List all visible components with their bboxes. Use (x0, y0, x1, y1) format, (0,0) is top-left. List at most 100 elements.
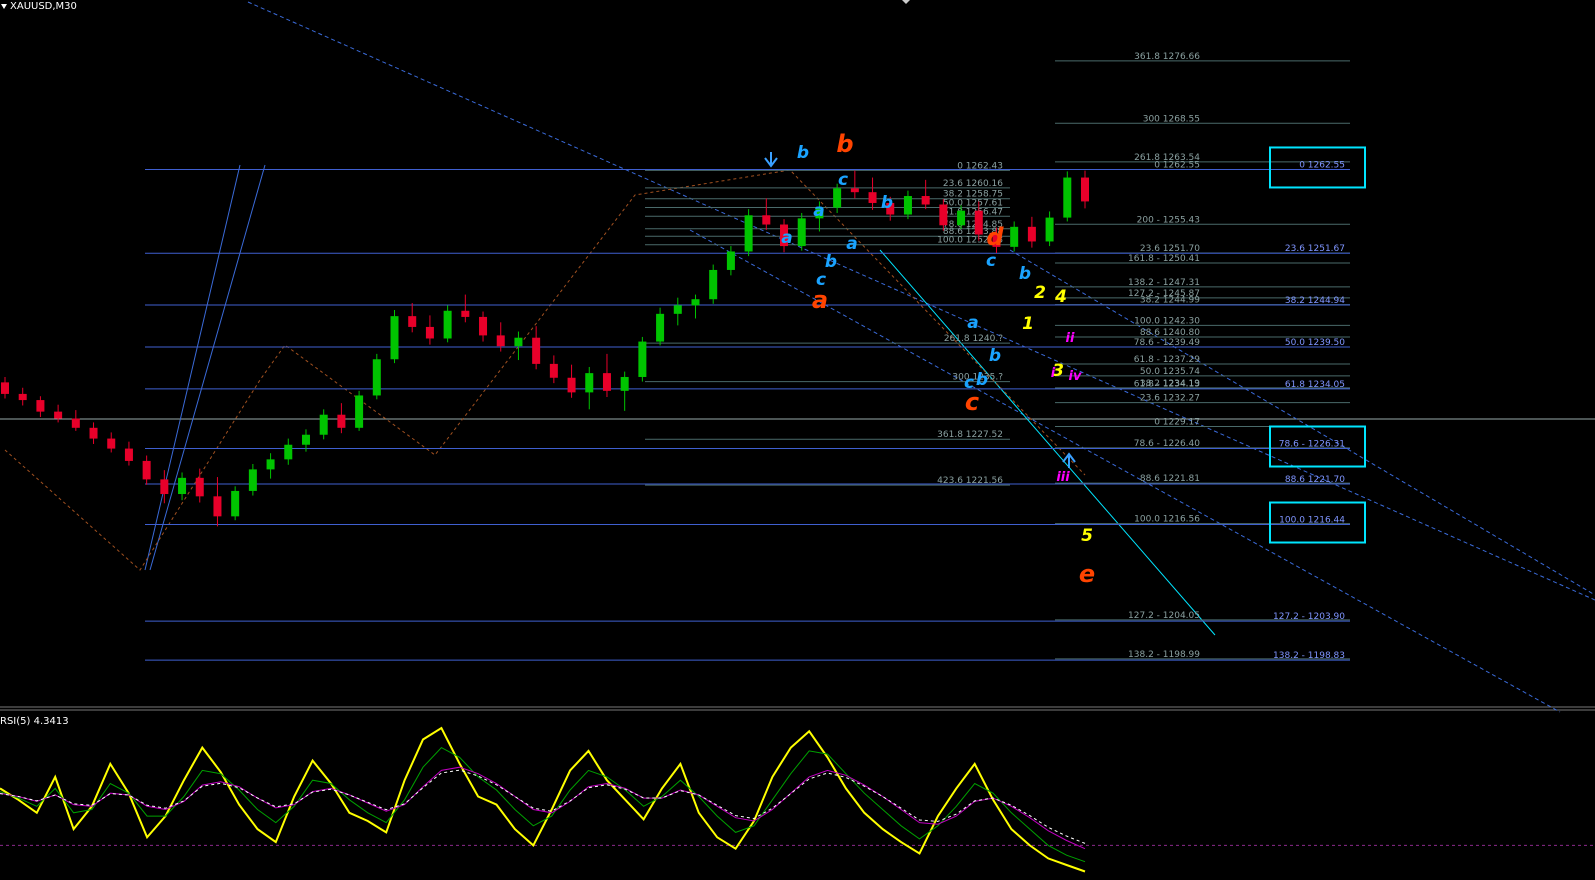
fib-label: 23.6 1232.27 (1140, 394, 1200, 404)
wave-label: c (838, 170, 848, 190)
candle-body (390, 316, 399, 360)
candle-body (178, 477, 187, 495)
candle-body (549, 363, 558, 378)
wave-label: a (781, 228, 792, 248)
rsi-line (0, 746, 1086, 863)
level-label: 38.2 1244.94 (1285, 296, 1345, 306)
wave-label: iii (1056, 470, 1070, 485)
price-chart[interactable]: 0 1262.4323.6 1260.1638.2 1258.7550.0 12… (0, 0, 1595, 880)
level-label: 100.0 1216.44 (1279, 516, 1345, 526)
candle-body (567, 377, 576, 393)
fib-label: 88.6 1240.80 (1140, 328, 1200, 338)
candle-body (408, 316, 417, 327)
rsi-line (0, 726, 1086, 873)
wave-label: d (986, 223, 1004, 251)
wave-label: a (812, 286, 828, 314)
candle-body (1063, 177, 1072, 218)
fib-label: 161.8 - 1250.41 (1128, 254, 1200, 264)
drawing-lines (0, 0, 1595, 713)
candle-body (709, 269, 718, 300)
fib-label: 100.0 1216.56 (1134, 515, 1200, 525)
candle-body (921, 196, 930, 205)
candle-body (355, 395, 364, 428)
wave-label: ii (1066, 331, 1075, 346)
candle-body (89, 427, 98, 439)
candle-body (213, 496, 222, 517)
rsi-panel (0, 726, 1595, 873)
fib-label: 61.8 - 1237.29 (1134, 355, 1200, 365)
candle-body (195, 477, 204, 497)
candle-body (36, 400, 45, 412)
fib-label: 100.0 1242.30 (1134, 316, 1200, 326)
wave-label: iv (1069, 369, 1082, 384)
wave-label: 1 (1022, 314, 1034, 334)
fib-label: 300 1268.55 (1143, 114, 1200, 124)
candle-body (479, 316, 488, 336)
candle-body (514, 337, 523, 347)
candle-body (1010, 226, 1019, 247)
fib-label: 61.8 - 1234.13 (1134, 379, 1200, 389)
candle-body (868, 192, 877, 203)
candle-body (301, 434, 310, 445)
candle-body (602, 373, 611, 391)
fib-label: 361.8 1276.66 (1134, 52, 1200, 62)
wave-label: e (1079, 560, 1095, 588)
wave-label: c (964, 373, 974, 393)
candlesticks (1, 170, 1089, 527)
candle-body (797, 218, 806, 247)
candle-body (496, 335, 505, 347)
fib-label: 61.8 1256.47 (943, 207, 1003, 217)
candle-body (850, 188, 859, 193)
candle-body (656, 313, 665, 342)
fibonacci-levels: 0 1262.4323.6 1260.1638.2 1258.7550.0 12… (145, 52, 1350, 661)
candle-body (124, 448, 133, 461)
candle-body (54, 411, 63, 419)
candle-body (939, 204, 948, 226)
candle-body (1027, 226, 1036, 242)
level-label: 78.6 - 1226.31 (1279, 440, 1345, 450)
down-arrow-icon (764, 152, 778, 168)
candle-body (142, 460, 151, 480)
candle-body (18, 393, 27, 401)
fib-label: 138.2 - 1247.31 (1128, 278, 1200, 288)
candle-body (284, 444, 293, 460)
level-label: 127.2 - 1203.90 (1273, 612, 1345, 622)
wave-label: 5 (1081, 526, 1093, 546)
rsi-title: RSI(5) 4.3413 (0, 716, 69, 727)
channel-line (144, 164, 241, 571)
wave-label: a (967, 313, 978, 333)
level-label: 138.2 - 1198.83 (1273, 651, 1345, 661)
fib-label: 127.2 - 1204.05 (1128, 611, 1200, 621)
fib-label: 361.8 1227.52 (937, 430, 1003, 440)
candle-body (1081, 177, 1089, 202)
wave-label: 4 (1054, 287, 1067, 307)
wave-label: b (1019, 264, 1031, 284)
rsi-signal-line (0, 769, 1086, 844)
candle-body (957, 210, 966, 226)
candle-body (744, 215, 753, 252)
level-label: 88.6 1221.70 (1285, 475, 1345, 485)
shift-marker-icon (902, 0, 910, 4)
candle-body (443, 310, 452, 339)
dropdown-icon[interactable] (1, 4, 7, 9)
fib-label: 261.8 1240.? (944, 334, 1003, 344)
level-label: 61.8 1234.05 (1285, 380, 1345, 390)
candle-body (585, 373, 594, 393)
candle-body (833, 188, 842, 208)
wave-label: a (846, 234, 857, 254)
wave-label: a (813, 201, 824, 221)
fib-label: 0 1229.17 (1154, 417, 1200, 427)
symbol-title: XAUUSD,M30 (10, 1, 77, 12)
wave-label: b (797, 143, 809, 163)
wave-label: c (816, 270, 826, 290)
candle-body (248, 469, 257, 491)
fib-label: 88.6 1221.81 (1140, 474, 1200, 484)
candle-body (337, 414, 346, 428)
wave-label: b (989, 346, 1001, 366)
candle-body (425, 326, 434, 339)
fib-label: 38.2 1244.99 (1140, 296, 1200, 306)
wave-label: i (1051, 366, 1056, 381)
candle-body (319, 414, 328, 435)
fib-label: 78.6 - 1226.40 (1134, 439, 1200, 449)
candle-body (461, 310, 470, 317)
